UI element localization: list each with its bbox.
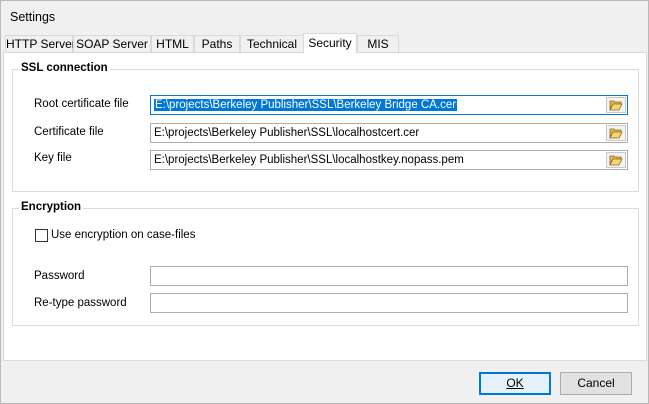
ssl-connection-group: SSL connection Root certificate file E:\… (12, 62, 639, 192)
root-certificate-field[interactable]: E:\projects\Berkeley Publisher\SSL\Berke… (150, 95, 628, 115)
root-certificate-label: Root certificate file (34, 98, 129, 110)
key-file-browse-button[interactable] (606, 152, 626, 168)
certificate-file-browse-button[interactable] (606, 125, 626, 141)
security-tab-panel: SSL connection Root certificate file E:\… (3, 52, 647, 361)
certificate-file-label: Certificate file (34, 126, 104, 138)
retype-password-field[interactable] (150, 293, 628, 313)
key-file-field[interactable]: E:\projects\Berkeley Publisher\SSL\local… (150, 150, 628, 170)
root-certificate-browse-button[interactable] (606, 97, 626, 113)
folder-open-icon (609, 128, 623, 139)
certificate-file-field[interactable]: E:\projects\Berkeley Publisher\SSL\local… (150, 123, 628, 143)
root-certificate-value: E:\projects\Berkeley Publisher\SSL\Berke… (154, 99, 458, 111)
encryption-group: Encryption Use encryption on case-files … (12, 201, 639, 326)
certificate-file-value: E:\projects\Berkeley Publisher\SSL\local… (154, 127, 420, 139)
key-file-label: Key file (34, 152, 72, 164)
retype-password-label: Re-type password (34, 297, 127, 309)
dialog-title: Settings (10, 10, 56, 24)
folder-open-icon (609, 100, 623, 111)
password-label: Password (34, 270, 85, 282)
cancel-button-label: Cancel (577, 376, 615, 390)
ssl-connection-title: SSL connection (19, 62, 110, 74)
encryption-title: Encryption (19, 201, 84, 213)
cancel-button[interactable]: Cancel (560, 372, 632, 395)
use-encryption-label[interactable]: Use encryption on case-files (51, 229, 195, 241)
folder-open-icon (609, 155, 623, 166)
password-field[interactable] (150, 266, 628, 286)
use-encryption-checkbox[interactable] (35, 229, 48, 242)
tab-security[interactable]: Security (303, 33, 357, 54)
ok-button[interactable]: OK (479, 372, 551, 395)
ok-button-label: OK (506, 376, 524, 390)
settings-dialog: Settings HTTP Server SOAP Server HTML Pa… (0, 0, 649, 404)
key-file-value: E:\projects\Berkeley Publisher\SSL\local… (154, 154, 464, 166)
